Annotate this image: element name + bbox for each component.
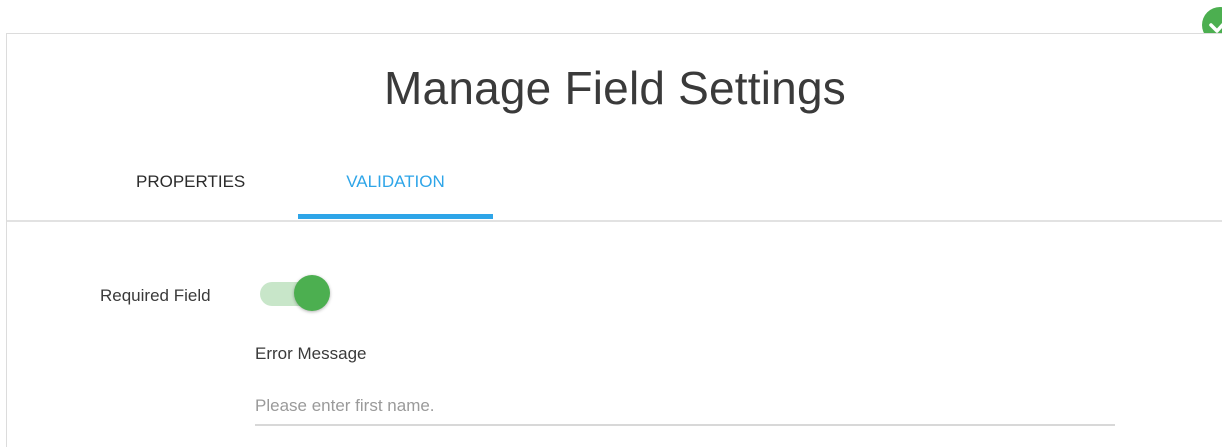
page-title: Manage Field Settings (384, 62, 846, 114)
toggle-thumb (294, 275, 330, 311)
active-tab-indicator (298, 214, 493, 219)
tab-properties[interactable]: PROPERTIES (136, 172, 245, 220)
tab-validation[interactable]: VALIDATION (298, 172, 493, 220)
page: Manage Field Settings PROPERTIES VALIDAT… (0, 0, 1222, 447)
error-message-input[interactable] (255, 388, 1115, 426)
field-settings-panel: Manage Field Settings PROPERTIES VALIDAT… (6, 33, 1222, 447)
error-message-label: Error Message (255, 344, 367, 363)
required-field-label: Required Field (100, 286, 211, 305)
required-field-toggle[interactable] (260, 274, 332, 314)
tab-bar: PROPERTIES VALIDATION (7, 154, 1222, 222)
